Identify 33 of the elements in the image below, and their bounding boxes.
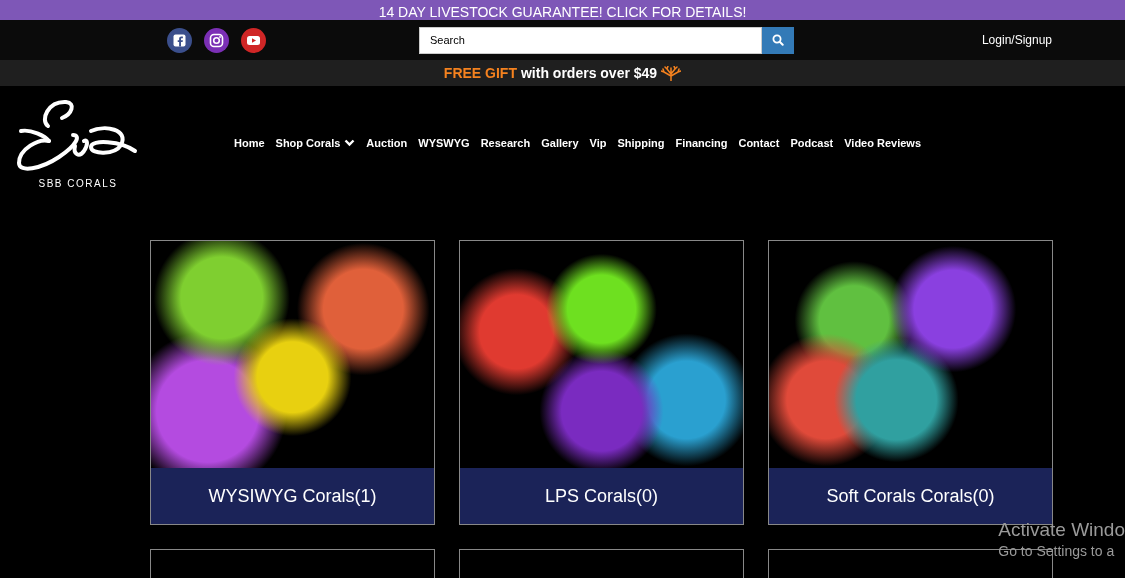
promo-text: with orders over $49 xyxy=(520,63,658,83)
nav-link[interactable]: Podcast xyxy=(790,135,834,152)
search-field[interactable]: Search xyxy=(419,26,762,54)
category-title: Soft Corals Corals(0) xyxy=(826,484,995,508)
category-card[interactable]: WYSIWYG Corals(1) xyxy=(150,240,435,525)
coral-icon xyxy=(661,65,682,81)
login-link[interactable]: Login/Signup xyxy=(981,31,1052,49)
category-title: WYSIWYG Corals(1) xyxy=(208,484,377,508)
nav-link[interactable]: Video Reviews xyxy=(844,135,922,152)
instagram-icon[interactable] xyxy=(204,27,229,53)
nav-link[interactable]: Shipping xyxy=(617,135,665,152)
nav-link[interactable]: Auction xyxy=(366,135,408,152)
search-icon xyxy=(772,34,784,46)
nav-link[interactable]: Contact xyxy=(738,135,780,152)
category-card[interactable] xyxy=(459,549,744,578)
logo-caption: SBB CORALS xyxy=(38,177,118,191)
promo-highlight: FREE GIFT xyxy=(443,63,517,83)
nav-link[interactable]: Gallery xyxy=(541,135,579,152)
nav-link[interactable]: Home xyxy=(234,135,265,152)
nav-link[interactable]: Shop Corals xyxy=(275,135,356,152)
nav-link[interactable]: WYSWYG xyxy=(418,135,470,152)
brand-logo[interactable]: SBB CORALS xyxy=(13,96,143,191)
category-title: LPS Corals(0) xyxy=(544,484,658,508)
nav-link[interactable]: Research xyxy=(480,135,531,152)
youtube-icon[interactable] xyxy=(241,27,266,53)
category-card[interactable]: LPS Corals(0) xyxy=(459,240,744,525)
category-card[interactable] xyxy=(150,549,435,578)
guarantee-link[interactable]: 14 DAY LIVESTOCK GUARANTEE! CLICK FOR DETAILS! xyxy=(378,4,747,20)
search-button[interactable] xyxy=(762,26,794,54)
category-card[interactable]: Soft Corals Corals(0) xyxy=(768,240,1053,525)
facebook-icon[interactable] xyxy=(167,27,192,53)
nav-link[interactable]: Vip xyxy=(589,135,607,152)
nav-link[interactable]: Financing xyxy=(675,135,728,152)
